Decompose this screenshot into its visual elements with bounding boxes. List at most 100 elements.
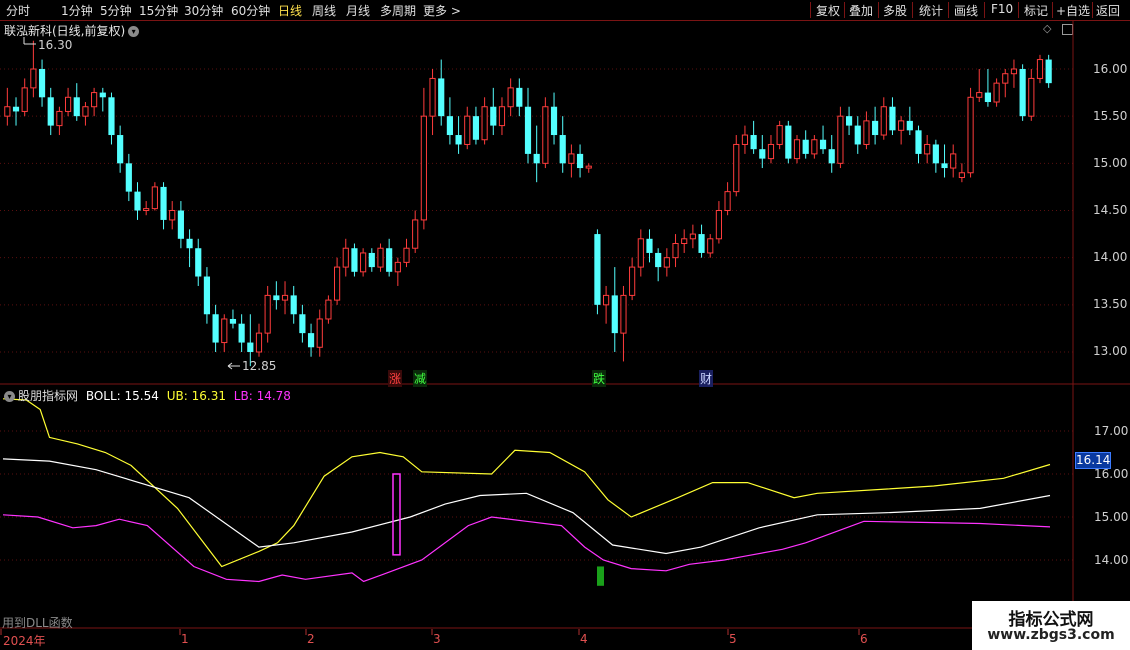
candle-body [264, 294, 271, 334]
candle [524, 87, 532, 164]
x-axis-label: 5 [729, 632, 737, 646]
candle-body [689, 233, 696, 240]
badge-finance[interactable]: 财 [699, 370, 714, 387]
candle-body [568, 153, 575, 164]
candle-body [342, 247, 349, 268]
candle [1036, 54, 1044, 84]
candle-body [776, 125, 783, 145]
candle-body [455, 135, 462, 145]
current-price-box: 16.14 [1075, 452, 1111, 469]
candle [993, 78, 1000, 107]
candle-body [984, 92, 992, 103]
candle [299, 304, 306, 343]
candle [481, 97, 488, 145]
x-axis-label: 6 [860, 632, 868, 646]
chevron-down-icon[interactable]: ▾ [4, 391, 15, 402]
candle-body [229, 318, 237, 324]
candle [351, 243, 358, 277]
signal-box [392, 473, 401, 556]
candle-body [594, 234, 601, 305]
candle-body [672, 243, 679, 259]
candle-body [316, 318, 323, 348]
candle [733, 135, 740, 197]
low-price-label: 12.85 [242, 359, 277, 373]
candle-body [290, 295, 297, 315]
candle [386, 238, 393, 277]
price-tick: 13.00 [1093, 344, 1128, 358]
candle-body [203, 276, 211, 315]
candle-body [30, 68, 37, 89]
candle-body [490, 106, 497, 126]
candle-body [195, 248, 202, 277]
candle [1002, 69, 1009, 98]
candle-body [169, 209, 176, 221]
indicator-name: 股朋指标网 [18, 389, 79, 403]
candle [845, 106, 853, 136]
candle-body [785, 125, 792, 159]
boll-upper-line [2, 398, 1051, 568]
candle-body [759, 149, 766, 159]
candle [325, 295, 332, 324]
candle-body [1028, 77, 1035, 117]
watermark-url: www.zbgs3.com [987, 627, 1115, 643]
candle [143, 201, 150, 216]
badge-fall[interactable]: 跌 [592, 370, 607, 387]
candle-body [576, 153, 584, 169]
candle [819, 125, 827, 154]
candle [472, 106, 480, 145]
candlestick-chart[interactable] [0, 0, 1130, 650]
candle-body [958, 172, 965, 178]
candle-body [767, 143, 775, 160]
candle [368, 248, 375, 272]
candle-body [351, 248, 358, 272]
candle-body [941, 163, 948, 169]
candle [264, 285, 271, 343]
candle-body [793, 139, 801, 160]
candle-body [950, 153, 957, 169]
candle [724, 182, 731, 216]
candle [21, 78, 28, 117]
candle-body [863, 120, 870, 145]
candle [238, 314, 245, 352]
candle [212, 304, 219, 352]
candle-body [611, 295, 618, 334]
boll-tick: 15.00 [1094, 510, 1129, 524]
badge-reduce[interactable]: 减 [413, 370, 428, 387]
candle-body [21, 87, 28, 112]
x-axis-label: 4 [580, 632, 588, 646]
candle-body [715, 209, 722, 240]
candle-body [464, 115, 471, 145]
candle-body [698, 234, 705, 253]
candle-body [524, 106, 532, 154]
candle-body [134, 191, 141, 211]
candle-body [160, 186, 167, 220]
badge-rise[interactable]: 涨 [388, 370, 403, 387]
x-axis-label: 3 [433, 632, 441, 646]
candle-body [906, 120, 913, 131]
candle [646, 229, 653, 263]
candle [455, 116, 462, 154]
candle [576, 144, 584, 178]
candle-body [1019, 69, 1026, 117]
candle-body [976, 92, 983, 98]
lb-value: LB: 14.78 [233, 389, 291, 403]
candle [967, 87, 974, 178]
candle [177, 201, 184, 249]
candle [984, 69, 992, 107]
candle [715, 201, 722, 244]
candle-body [845, 116, 853, 126]
candle-body [38, 69, 46, 98]
candle [611, 267, 618, 352]
candle-body [446, 116, 453, 136]
candle-body [681, 238, 688, 245]
candle [872, 106, 879, 145]
candle-body [854, 125, 861, 145]
candle [420, 87, 427, 230]
candle [403, 238, 410, 268]
candle [412, 210, 419, 253]
candle-body [325, 299, 332, 320]
candle [195, 238, 202, 286]
candle [785, 120, 792, 164]
candle-body [247, 342, 254, 352]
candle [38, 59, 46, 107]
